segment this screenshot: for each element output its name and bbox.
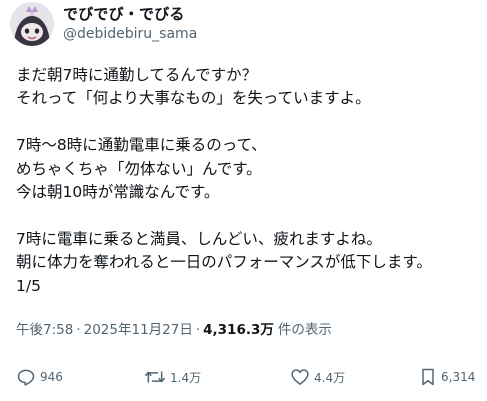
like-button[interactable]: 4.4万: [290, 367, 345, 387]
views-label[interactable]: 件の表示: [278, 318, 332, 338]
post-text-line: それって「何より大事なもの」を失っていますよ。: [16, 89, 371, 108]
action-bar: 946 1.4万 4.4万 6,314: [16, 367, 486, 391]
post-text-blank-line: [16, 111, 481, 134]
reply-icon: [17, 369, 35, 386]
post-text-line: 7時〜8時に通勤電車に乗るのって、: [16, 136, 267, 155]
repost-icon: [145, 371, 165, 383]
avatar-image: [10, 2, 54, 46]
post-text-line: 1/5: [16, 276, 41, 295]
bookmark-count: 6,314: [441, 370, 476, 384]
post-text-blank-line: [16, 204, 481, 227]
post-text-line: 今は朝10時が常識なんです。: [16, 182, 220, 201]
heart-icon: [291, 369, 309, 385]
meta-separator: ·: [76, 322, 81, 338]
bookmark-icon: [422, 368, 434, 386]
bookmark-button[interactable]: 6,314: [419, 367, 475, 387]
post-text-line: 7時に電車に乗ると満員、しんどい、疲れますよね。: [16, 229, 382, 248]
user-block: でびでび・でびる @debidebiru_sama: [63, 5, 197, 43]
like-count: 4.4万: [314, 370, 346, 385]
post: でびでび・でびる @debidebiru_sama まだ朝7時に通勤してるんです…: [0, 0, 487, 401]
user-handle[interactable]: @debidebiru_sama: [63, 25, 197, 43]
avatar[interactable]: [10, 2, 54, 46]
post-text-line: まだ朝7時に通勤してるんですか？: [16, 66, 258, 84]
reply-count: 946: [40, 370, 63, 384]
post-meta: 午後7:58 · 2025年11月27日 · 4,316.3万 件の表示: [16, 318, 332, 338]
repost-count: 1.4万: [170, 370, 202, 385]
post-header: でびでび・でびる @debidebiru_sama: [10, 2, 197, 46]
post-time[interactable]: 午後7:58: [16, 318, 73, 338]
display-name[interactable]: でびでび・でびる: [63, 5, 197, 24]
repost-button[interactable]: 1.4万: [144, 367, 201, 387]
reply-button[interactable]: 946: [16, 367, 63, 387]
post-date[interactable]: 2025年11月27日: [84, 318, 193, 338]
post-text-line: 朝に体力を奪われると一日のパフォーマンスが低下します。: [16, 253, 432, 272]
meta-separator: ·: [195, 322, 201, 338]
post-text: まだ朝7時に通勤してるんですか？ それって「何より大事なもの」を失っていますよ。…: [16, 64, 481, 298]
post-text-line: めちゃくちゃ「勿体ない」んです。: [16, 159, 262, 178]
views-count[interactable]: 4,316.3万: [203, 318, 274, 338]
